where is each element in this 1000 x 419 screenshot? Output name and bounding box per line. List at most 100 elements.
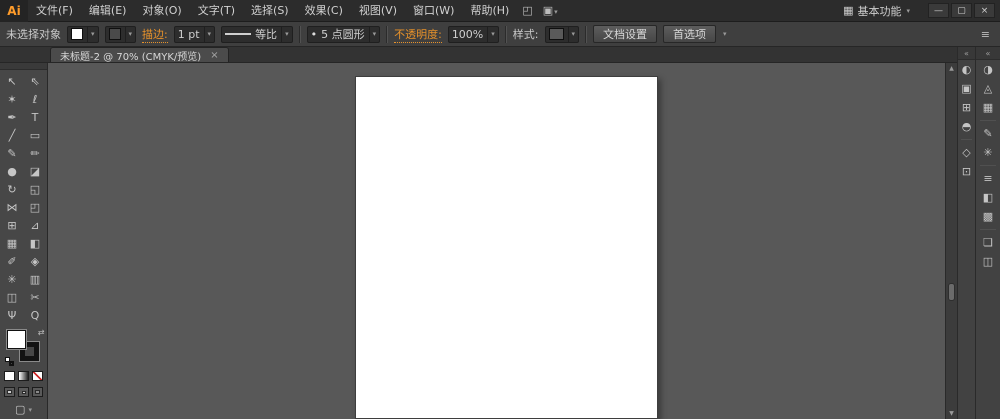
stroke-color-dropdown[interactable]: ▾ — [104, 25, 137, 43]
width-tool[interactable]: ⋈ — [1, 198, 24, 216]
draw-inside-button[interactable] — [32, 387, 43, 397]
menu-item-window[interactable]: 窗口(W) — [405, 0, 462, 22]
workspace-icon: ▦ — [843, 4, 854, 17]
panel-gradient-icon[interactable]: ◧ — [976, 188, 1000, 207]
panel-align-icon[interactable]: ⊞ — [958, 98, 975, 117]
fill-swatch[interactable] — [6, 330, 26, 349]
scrollbar-thumb[interactable] — [948, 283, 955, 301]
dock-collapse-button[interactable]: « — [958, 47, 975, 60]
paintbrush-tool[interactable]: ✎ — [1, 144, 24, 162]
direct-selection-tool[interactable]: ⇖ — [24, 72, 47, 90]
none-button[interactable] — [32, 371, 43, 381]
column-graph-tool[interactable]: ▥ — [24, 270, 47, 288]
hand-tool[interactable]: Ψ — [1, 306, 24, 324]
document-tab-bar: 未标题-2 @ 70% (CMYK/预览) × — [0, 47, 957, 63]
document-setup-button[interactable]: 文档设置 — [593, 25, 658, 43]
stroke-panel-link[interactable]: 描边: — [142, 26, 168, 43]
width-profile-dropdown[interactable]: 等比 ▾ — [221, 25, 293, 43]
perspective-grid-tool[interactable]: ⊿ — [24, 216, 47, 234]
default-colors-icon[interactable] — [4, 357, 14, 366]
default-stroke-mini — [8, 361, 14, 366]
opacity-panel-link[interactable]: 不透明度: — [394, 26, 442, 43]
swap-colors-icon[interactable]: ⇄ — [38, 328, 45, 337]
opacity-dropdown[interactable]: 100% ▾ — [447, 25, 499, 43]
scale-tool[interactable]: ◱ — [24, 180, 47, 198]
menu-item-select[interactable]: 选择(S) — [243, 0, 297, 22]
fill-color-dropdown[interactable]: ▾ — [67, 25, 99, 43]
type-tool[interactable]: T — [24, 108, 47, 126]
menu-item-view[interactable]: 视图(V) — [351, 0, 405, 22]
draw-behind-button[interactable] — [18, 387, 29, 397]
menu-item-help[interactable]: 帮助(H) — [462, 0, 517, 22]
canvas-pasteboard[interactable] — [48, 63, 945, 419]
separator — [504, 25, 507, 43]
panel-swatches-icon[interactable]: ▦ — [976, 98, 1000, 117]
gradient-button[interactable] — [18, 371, 29, 381]
blend-tool[interactable]: ◈ — [24, 252, 47, 270]
panel-pathfinder-icon[interactable]: ◓ — [958, 117, 975, 136]
panel-navigator-icon[interactable]: ⊡ — [958, 162, 975, 181]
panel-stroke-icon[interactable]: ≡ — [976, 169, 1000, 188]
toolbar-grip[interactable] — [0, 63, 47, 70]
scroll-up-icon[interactable]: ▲ — [949, 65, 954, 72]
panel-layers-icon[interactable]: ❏ — [976, 233, 1000, 252]
slice-tool[interactable]: ✂ — [24, 288, 47, 306]
width-profile-value: 等比 — [255, 28, 278, 41]
arrange-documents-icon[interactable]: ▣▾ — [538, 4, 563, 17]
blob-brush-tool[interactable]: ● — [1, 162, 24, 180]
artboard[interactable] — [355, 76, 658, 419]
panel-color-icon[interactable]: ◑ — [976, 60, 1000, 79]
rotate-tool[interactable]: ↻ — [1, 180, 24, 198]
panel-transform-icon[interactable]: ◇ — [958, 143, 975, 162]
stroke-weight-dropdown[interactable]: 1 pt ▾ — [173, 25, 216, 43]
style-dropdown[interactable]: ▾ — [544, 25, 580, 43]
panel-graphic-styles-icon[interactable]: ▣ — [958, 79, 975, 98]
panel-appearance-icon[interactable]: ◐ — [958, 60, 975, 79]
menu-item-object[interactable]: 对象(O) — [134, 0, 189, 22]
free-transform-tool[interactable]: ◰ — [24, 198, 47, 216]
rectangle-tool[interactable]: ▭ — [24, 126, 47, 144]
dock-separator — [979, 165, 997, 166]
panel-symbols-icon[interactable]: ✳ — [976, 143, 1000, 162]
artboard-tool[interactable]: ◫ — [1, 288, 24, 306]
restore-button[interactable]: ▢ — [951, 3, 972, 18]
control-panel-menu-icon[interactable]: ≡ — [981, 28, 994, 41]
shape-builder-tool[interactable]: ⊞ — [1, 216, 24, 234]
tab-close-icon[interactable]: × — [210, 50, 218, 61]
more-options-icon[interactable]: ▾ — [723, 30, 727, 38]
symbol-sprayer-tool[interactable]: ✳ — [1, 270, 24, 288]
menu-item-file[interactable]: 文件(F) — [28, 0, 81, 22]
selection-tool[interactable]: ↖ — [1, 72, 24, 90]
menu-item-type[interactable]: 文字(T) — [190, 0, 243, 22]
panel-brushes-icon[interactable]: ✎ — [976, 124, 1000, 143]
lasso-tool[interactable]: ℓ — [24, 90, 47, 108]
minimize-button[interactable]: — — [928, 3, 949, 18]
vertical-scrollbar[interactable]: ▲ ▼ — [945, 63, 957, 419]
line-segment-tool[interactable]: ╱ — [1, 126, 24, 144]
panel-transparency-icon[interactable]: ▩ — [976, 207, 1000, 226]
panel-color-guide-icon[interactable]: ◬ — [976, 79, 1000, 98]
eraser-tool[interactable]: ◪ — [24, 162, 47, 180]
mesh-tool[interactable]: ▦ — [1, 234, 24, 252]
menu-item-effect[interactable]: 效果(C) — [297, 0, 351, 22]
scroll-down-icon[interactable]: ▼ — [949, 410, 954, 417]
dock-separator — [979, 229, 997, 230]
bridge-icon[interactable]: ◰ — [517, 4, 537, 17]
zoom-tool[interactable]: Q — [24, 306, 47, 324]
pencil-tool[interactable]: ✏ — [24, 144, 47, 162]
workspace-switcher[interactable]: ▦ 基本功能 ▾ — [843, 3, 910, 19]
dock-collapse-button[interactable]: « — [976, 47, 1000, 60]
magic-wand-tool[interactable]: ✶ — [1, 90, 24, 108]
preferences-button[interactable]: 首选项 — [663, 25, 717, 43]
menu-item-edit[interactable]: 编辑(E) — [81, 0, 135, 22]
close-button[interactable]: × — [974, 3, 995, 18]
eyedropper-tool[interactable]: ✐ — [1, 252, 24, 270]
screen-mode-button[interactable]: ▢ ▾ — [15, 403, 32, 416]
brush-definition-dropdown[interactable]: • 5 点圆形 ▾ — [306, 25, 381, 43]
draw-normal-button[interactable] — [4, 387, 15, 397]
panel-artboards-icon[interactable]: ◫ — [976, 252, 1000, 271]
gradient-tool[interactable]: ◧ — [24, 234, 47, 252]
color-button[interactable] — [4, 371, 15, 381]
pen-tool[interactable]: ✒ — [1, 108, 24, 126]
document-tab[interactable]: 未标题-2 @ 70% (CMYK/预览) × — [50, 47, 229, 63]
